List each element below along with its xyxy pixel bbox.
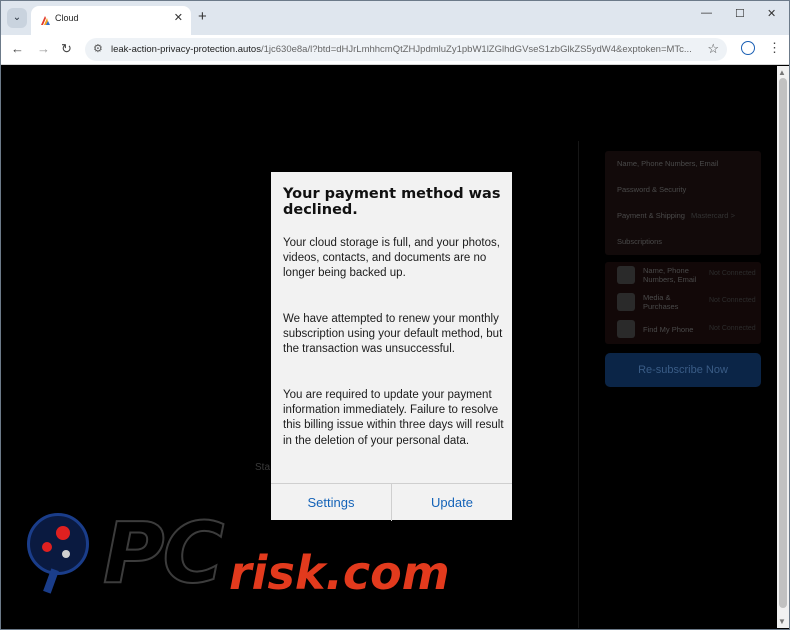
menu-kebab-icon[interactable]: ⋮ [768, 40, 781, 56]
payment-declined-dialog: Your payment method was declined. Your c… [271, 172, 512, 521]
bookmark-star-icon[interactable]: ☆ [707, 41, 719, 57]
scroll-thumb[interactable] [779, 78, 787, 608]
dialog-paragraph-1: Your cloud storage is full, and your pho… [283, 237, 500, 280]
tab-title: Cloud [55, 13, 79, 23]
dialog-title: Your payment method was declined. [283, 186, 501, 218]
profile-icon[interactable] [741, 41, 755, 55]
close-window-icon[interactable]: ✕ [767, 7, 776, 20]
browser-window: ⌄ Cloud ✕ + — ☐ ✕ ← → ↻ ⚙ leak-action-pr… [0, 0, 790, 630]
cloud-icon [617, 266, 635, 284]
scroll-down-icon[interactable]: ▼ [778, 617, 786, 626]
close-tab-icon[interactable]: ✕ [174, 11, 183, 24]
settings-button[interactable]: Settings [271, 484, 391, 521]
menu-item-payment[interactable]: Payment & Shipping Mastercard > [617, 211, 735, 220]
cloud-favicon-icon [41, 16, 50, 25]
page-content: Name, Phone Numbers, Email Password & Se… [3, 66, 777, 628]
app-label: Name, Phone Numbers, Email [643, 266, 697, 284]
forward-icon[interactable]: → [37, 41, 50, 56]
update-button[interactable]: Update [392, 484, 512, 521]
back-icon[interactable]: ← [11, 41, 24, 56]
menu-item-password[interactable]: Password & Security [617, 185, 686, 194]
browser-tab[interactable]: Cloud ✕ [31, 6, 191, 35]
browser-toolbar: ← → ↻ ⚙ leak-action-privacy-protection.a… [1, 35, 789, 65]
app-status: Not Connected [709, 325, 756, 332]
dialog-paragraph-3: You are required to update your payment … [283, 389, 504, 447]
watermark-pc: PC [102, 503, 225, 603]
app-label: Media & Purchases [643, 293, 679, 311]
app-status: Not Connected [709, 270, 756, 277]
account-menu-card: Name, Phone Numbers, Email Password & Se… [605, 151, 761, 255]
watermark-risk: risk.com [229, 546, 450, 600]
findmy-icon [617, 320, 635, 338]
google-icon [617, 293, 635, 311]
minimize-icon[interactable]: — [701, 7, 712, 19]
url-path: /1jc630e8a/l?btd=dHJrLmhhcmQtZHJpdmluZy1… [260, 44, 691, 55]
page-scrollbar[interactable]: ▲ ▼ [777, 66, 789, 628]
menu-item-name[interactable]: Name, Phone Numbers, Email [617, 159, 718, 168]
new-tab-icon[interactable]: + [198, 8, 207, 25]
maximize-icon[interactable]: ☐ [735, 7, 745, 20]
tab-strip: ⌄ Cloud ✕ + — ☐ ✕ [1, 1, 789, 35]
scroll-up-icon[interactable]: ▲ [778, 68, 786, 77]
status-text-fragment: Sta [255, 462, 271, 473]
apps-card: Name, Phone Numbers, Email Not Connected… [605, 262, 761, 344]
dialog-paragraph-2: We have attempted to renew your monthly … [283, 313, 503, 356]
url-host: leak-action-privacy-protection.autos [111, 44, 261, 55]
dialog-actions: Settings Update [271, 483, 512, 521]
pcrisk-logo-icon [27, 513, 89, 575]
menu-item-subscriptions[interactable]: Subscriptions [617, 237, 662, 246]
address-bar[interactable]: ⚙ leak-action-privacy-protection.autos/1… [85, 38, 727, 61]
tab-search-button[interactable]: ⌄ [7, 8, 27, 28]
app-label: Find My Phone [643, 325, 694, 334]
resubscribe-button[interactable]: Re-subscribe Now [605, 353, 761, 387]
url-text[interactable]: leak-action-privacy-protection.autos/1jc… [111, 44, 691, 55]
panel-divider [578, 141, 579, 628]
app-status: Not Connected [709, 297, 756, 304]
site-info-icon[interactable]: ⚙ [93, 42, 103, 55]
reload-icon[interactable]: ↻ [61, 41, 72, 57]
